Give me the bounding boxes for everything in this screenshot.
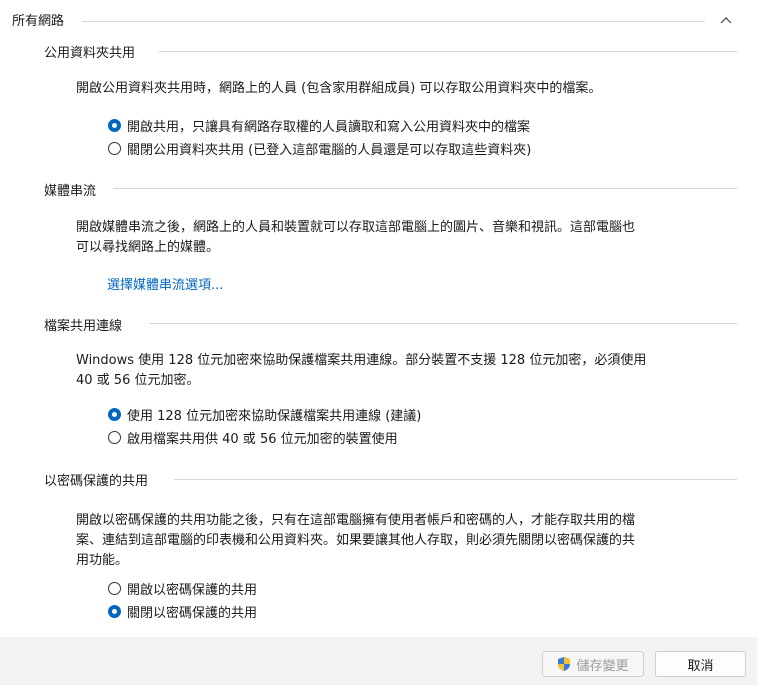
radio-label: 開啟以密碼保護的共用	[127, 582, 258, 598]
cancel-button[interactable]: 取消	[655, 651, 746, 677]
section-description: 開啟以密碼保護的共用功能之後，只有在這部電腦擁有使用者帳戶和密碼的人，才能存取共…	[76, 511, 736, 571]
description-line: 可以尋找網路上的媒體。	[76, 240, 220, 255]
radio-public-folder-off[interactable]: 關閉公用資料夾共用 (已登入這部電腦的人員還是可以存取這些資料夾)	[108, 138, 531, 158]
description-line: 40 或 56 位元加密。	[76, 373, 200, 388]
chevron-up-icon[interactable]	[717, 11, 735, 29]
section-title-media: 媒體串流	[44, 184, 97, 199]
section-divider	[149, 323, 737, 324]
save-changes-button[interactable]: 儲存變更	[542, 651, 644, 677]
radio-public-folder-on[interactable]: 開啟共用，只讓具有網路存取權的人員讀取和寫入公用資料夾中的檔案	[108, 115, 530, 135]
section-divider	[174, 479, 737, 480]
radio-label: 關閉以密碼保護的共用	[127, 605, 258, 621]
section-title-public-folder: 公用資料夾共用	[44, 46, 136, 61]
radio-selected-icon[interactable]	[108, 118, 121, 132]
radio-encryption-128[interactable]: 使用 128 位元加密來協助保護檔案共用連線 (建議)	[108, 404, 421, 424]
section-title-password: 以密碼保護的共用	[44, 474, 149, 489]
description-line: 開啟媒體串流之後，網路上的人員和裝置就可以存取這部電腦上的圖片、音樂和視訊。這部…	[76, 220, 636, 235]
save-changes-label: 儲存變更	[576, 658, 629, 674]
radio-unselected-icon[interactable]	[108, 430, 121, 444]
shield-icon	[557, 656, 571, 672]
section-description: 開啟公用資料夾共用時，網路上的人員 (包含家用群組成員) 可以存取公用資料夾中的…	[76, 81, 602, 96]
section-description: Windows 使用 128 位元加密來協助保護檔案共用連線。部分裝置不支援 1…	[76, 351, 736, 391]
group-divider	[82, 21, 705, 22]
radio-label: 開啟共用，只讓具有網路存取權的人員讀取和寫入公用資料夾中的檔案	[127, 119, 531, 135]
description-line: 用功能。	[76, 553, 129, 568]
radio-selected-icon[interactable]	[108, 407, 121, 421]
radio-label: 使用 128 位元加密來協助保護檔案共用連線 (建議)	[127, 408, 422, 424]
media-streaming-options-link[interactable]: 選擇媒體串流選項...	[107, 274, 223, 293]
radio-unselected-icon[interactable]	[108, 141, 121, 155]
radio-selected-icon[interactable]	[108, 604, 121, 618]
radio-password-on[interactable]: 開啟以密碼保護的共用	[108, 578, 257, 598]
section-description: 開啟媒體串流之後，網路上的人員和裝置就可以存取這部電腦上的圖片、音樂和視訊。這部…	[76, 218, 736, 258]
description-line: 案、連結到這部電腦的印表機和公用資料夾。如果要讓其他人存取，則必須先關閉以密碼保…	[76, 533, 636, 548]
radio-label: 啟用檔案共用供 40 或 56 位元加密的裝置使用	[127, 431, 398, 447]
cancel-label: 取消	[687, 658, 714, 674]
radio-password-off[interactable]: 關閉以密碼保護的共用	[108, 601, 257, 621]
radio-unselected-icon[interactable]	[108, 581, 121, 595]
radio-encryption-40-56[interactable]: 啟用檔案共用供 40 或 56 位元加密的裝置使用	[108, 427, 398, 447]
description-line: Windows 使用 128 位元加密來協助保護檔案共用連線。部分裝置不支援 1…	[76, 353, 647, 368]
description-line: 開啟以密碼保護的共用功能之後，只有在這部電腦擁有使用者帳戶和密碼的人，才能存取共…	[76, 513, 636, 528]
section-divider	[159, 51, 737, 52]
section-divider	[113, 188, 737, 189]
radio-label: 關閉公用資料夾共用 (已登入這部電腦的人員還是可以存取這些資料夾)	[127, 142, 532, 158]
group-title: 所有網路	[12, 14, 65, 29]
section-title-file-sharing: 檔案共用連線	[44, 319, 123, 334]
